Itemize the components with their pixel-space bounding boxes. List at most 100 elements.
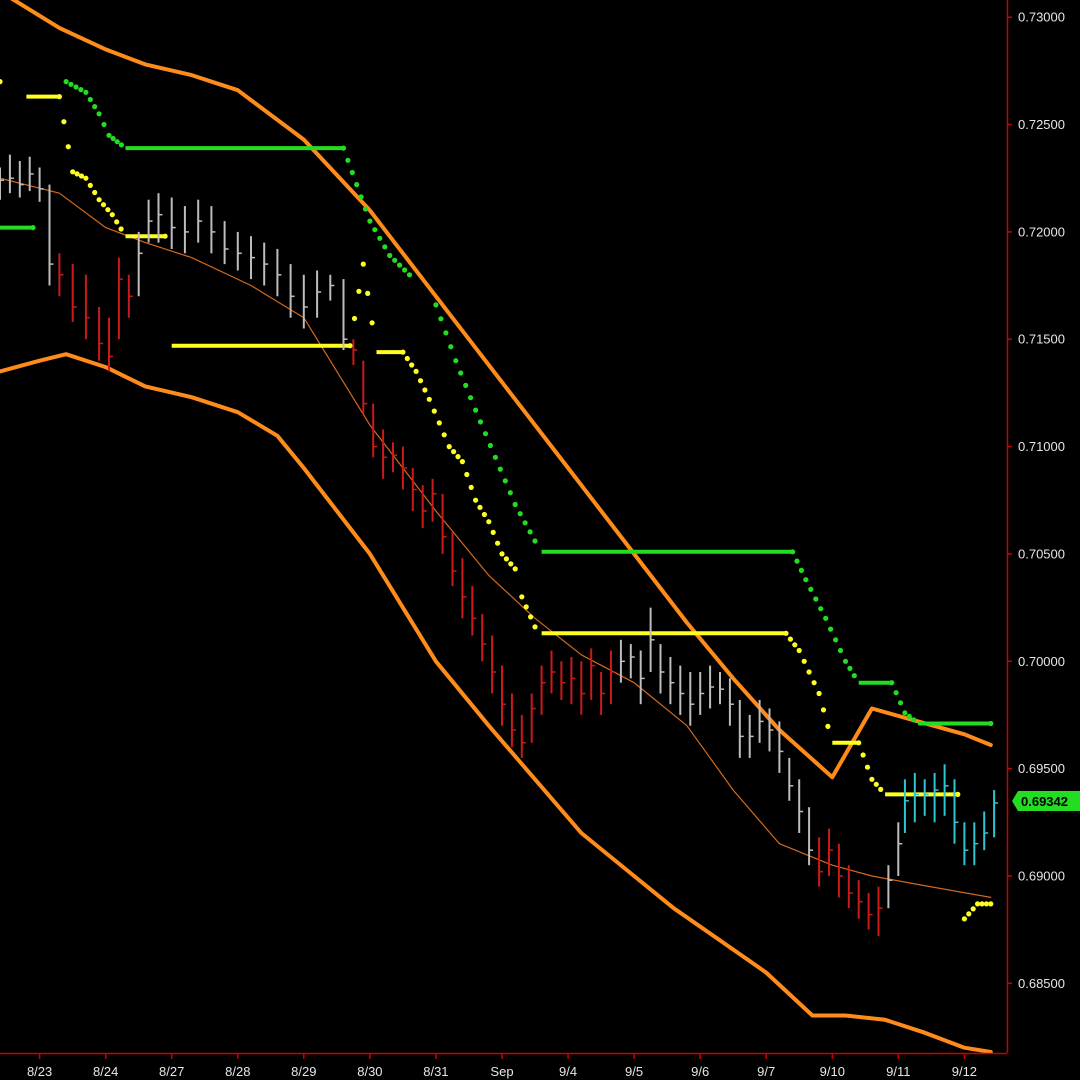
date-tick-label: 9/4 — [559, 1064, 577, 1079]
lower-trail-dot — [426, 396, 432, 402]
lower-trail-dot — [523, 604, 529, 610]
upper-trail-dot — [73, 84, 79, 90]
lower-trail-dot — [801, 658, 807, 664]
upper-trail-dot — [790, 549, 796, 555]
lower-trail-dot — [87, 182, 93, 188]
upper-trail-dot — [507, 490, 513, 496]
lower-trail-dot — [816, 690, 822, 697]
upper-trail-dot — [110, 135, 116, 142]
upper-trail-dot — [818, 606, 824, 612]
price-tick-label: 0.69000 — [1018, 869, 1065, 884]
lower-trail-dot — [409, 362, 415, 368]
lower-trail-dot — [477, 504, 483, 510]
lower-trail-dot — [459, 459, 465, 465]
lower-trail-dot — [508, 561, 514, 567]
last-price-tag: 0.69342 — [1012, 791, 1080, 811]
lower-trail-dot — [796, 647, 802, 654]
upper-trail-dot — [349, 169, 355, 176]
lower-trail-dot — [404, 355, 410, 362]
upper-trail-dot — [828, 626, 834, 632]
upper-trail-dot — [808, 586, 814, 592]
lower-trail-dot — [490, 529, 496, 536]
chart-root: 0.73000 0.72500 0.72000 0.71500 0.71000 0.705… — [0, 0, 1080, 1080]
upper-trail-dot — [397, 262, 403, 268]
upper-trail-dot — [837, 647, 844, 654]
upper-trail-dot — [532, 538, 538, 544]
upper-trail-dot — [63, 79, 69, 85]
upper-trail-dot — [92, 104, 98, 110]
mid-line — [0, 177, 992, 898]
upper-trail-dot — [443, 330, 449, 336]
lower-trail-dot — [503, 556, 509, 562]
upper-trail-dot — [101, 121, 107, 128]
upper-trail-dot — [798, 567, 805, 574]
upper-trail-dot — [83, 89, 89, 95]
axis-layer — [0, 0, 1009, 1055]
lower-trail-dot — [512, 566, 518, 572]
upper-trail-dot — [889, 680, 895, 686]
lower-trail-dot — [400, 349, 406, 355]
upper-trail-dot — [453, 358, 459, 364]
lower-trail-dot — [61, 119, 67, 125]
upper-trail-dot — [803, 577, 809, 583]
lower-trail-dot — [856, 740, 862, 746]
upper-trail-dot — [477, 419, 484, 425]
date-tick-label: 9/7 — [757, 1064, 775, 1079]
date-tick-label: 9/11 — [886, 1064, 910, 1079]
lower-trail-dot — [351, 315, 358, 322]
lower-trail-dot — [970, 906, 976, 912]
upper-trail-dot — [842, 658, 849, 664]
price-tick-label: 0.72500 — [1018, 117, 1065, 132]
date-tick-label: 9/6 — [691, 1064, 709, 1079]
upper-trail-dot — [833, 637, 839, 643]
upper-trail-dot — [487, 442, 493, 449]
lower-trail-dot — [446, 444, 452, 450]
upper-trail-dot — [372, 227, 378, 233]
lower-trail-dot — [787, 636, 794, 642]
lower-trail-dot — [417, 378, 424, 384]
upper-trail-dot — [847, 665, 853, 672]
lower-trail-dot — [468, 484, 474, 490]
lower-trail-dot — [365, 290, 371, 296]
lower-trail-dot — [825, 723, 831, 730]
lower-trail-dot — [519, 594, 525, 600]
lower-trail-dot — [56, 94, 63, 100]
lower-trail-dot — [83, 175, 89, 181]
lower-trail-dot — [92, 189, 98, 196]
price-tick-labels: 0.73000 0.72500 0.72000 0.71500 0.71000 0.705… — [1007, 10, 1065, 991]
upper-trail-dot — [367, 218, 373, 224]
upper-trail-dot — [448, 344, 454, 350]
date-tick-label: 8/28 — [225, 1064, 250, 1079]
lower-trail-dot — [441, 432, 447, 438]
lower-trail-dot — [451, 449, 457, 455]
lower-trail-dot — [820, 707, 827, 713]
price-tick-label: 0.69500 — [1018, 761, 1065, 776]
upper-trail-dot — [106, 132, 112, 138]
lower-trail-dot — [860, 752, 866, 758]
lower-trail-dot — [473, 497, 479, 503]
lower-trail-dot — [369, 320, 375, 326]
upper-trail-dot — [87, 96, 93, 103]
lower-trail-dot — [118, 226, 124, 232]
lower-trail-dot — [109, 212, 115, 218]
lower-trail-dot — [806, 669, 812, 675]
upper-trail-dot — [118, 142, 124, 148]
lower-trail-dot — [413, 368, 419, 374]
upper-trail-dot — [906, 713, 912, 720]
upper-trail-dot — [354, 182, 360, 188]
upper-trail-dot — [406, 272, 413, 278]
lower-trail-dot — [464, 471, 470, 478]
upper-trail-dot — [438, 316, 444, 322]
lower-trail-dot — [955, 791, 961, 798]
last-price-value: 0.69342 — [1021, 794, 1068, 809]
upper-trail-dot — [813, 596, 819, 602]
upper-trail-dot — [392, 257, 398, 263]
upper-trail-dot — [463, 382, 469, 388]
lower-trail-dot — [481, 511, 487, 518]
upper-trail-dot — [458, 370, 464, 376]
lower-trail-dot — [532, 624, 538, 630]
date-tick-label: 8/30 — [357, 1064, 382, 1079]
upper-trail-dot — [482, 431, 489, 437]
upper-trail-dot — [30, 225, 36, 231]
upper-trail-dot — [527, 529, 533, 535]
